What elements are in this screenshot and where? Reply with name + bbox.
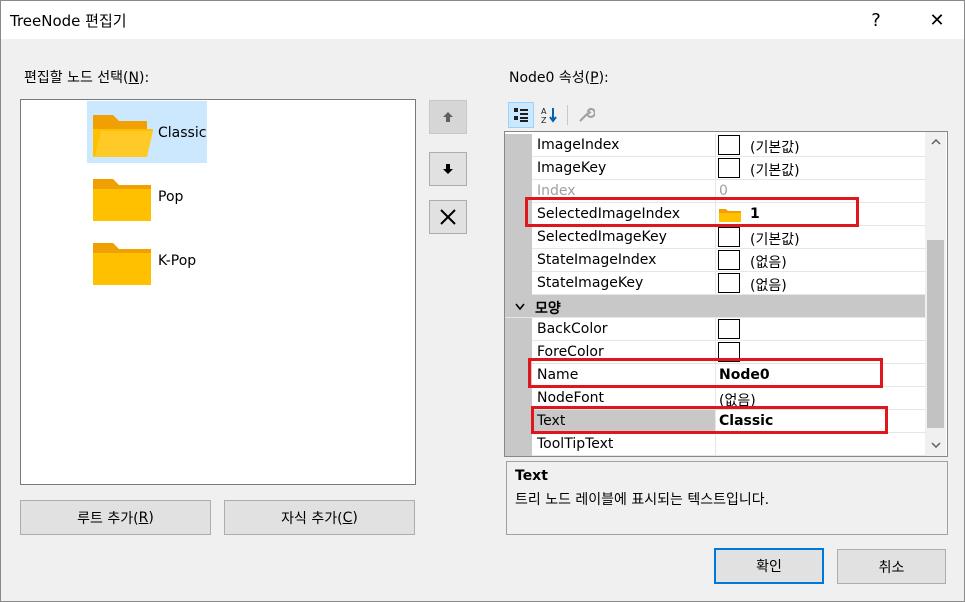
add-root-button[interactable]: 루트 추가(R) [20,500,211,535]
property-row[interactable]: SelectedImageKey (기본값) [505,226,925,249]
property-value[interactable]: (기본값) [750,160,800,180]
property-value[interactable]: (없음) [750,275,787,295]
tree-node-pop[interactable]: Pop [87,165,207,227]
property-row[interactable]: StateImageKey (없음) [505,272,925,295]
collapse-chevron-icon[interactable] [515,303,525,311]
tree-node-label: Classic [158,125,207,141]
folder-icon [93,179,151,221]
tree-node-label: K-Pop [158,253,197,269]
row-gutter [505,272,532,295]
alphabetical-button[interactable]: A Z [537,102,563,128]
title-bar: TreeNode 편집기 ? ✕ [1,1,964,39]
column-separator [715,226,716,249]
categorized-icon [514,108,528,122]
property-pages-icon [579,107,595,122]
row-gutter [505,226,532,249]
help-icon: ? [871,9,881,31]
properties-label: Node0 속성(P): [509,70,609,86]
highlight-text [531,406,888,434]
property-name: StateImageIndex [537,252,657,268]
scroll-thumb[interactable] [927,240,944,428]
folder-open-icon [93,115,153,157]
value-swatch [718,273,740,293]
tree-node-kpop[interactable]: K-Pop [87,229,207,291]
ok-button[interactable]: 확인 [714,548,824,584]
scroll-down-arrow[interactable] [925,435,946,455]
property-name: NodeFont [537,390,605,406]
svg-text:A: A [541,107,547,116]
category-label: 모양 [535,301,561,317]
chevron-up-icon [930,139,941,145]
row-gutter [505,249,532,272]
folder-icon [93,243,151,285]
property-description-panel: Text 트리 노드 레이블에 표시되는 텍스트입니다. [506,461,948,535]
property-grid-scrollbar[interactable] [925,132,946,456]
property-name: StateImageKey [537,275,644,291]
highlight-selectedimageindex [525,197,859,227]
property-row[interactable]: ImageKey (기본값) [505,157,925,180]
description-text: 트리 노드 레이블에 표시되는 텍스트입니다. [515,492,770,508]
row-gutter [505,157,532,180]
property-row[interactable]: ImageIndex (기본값) [505,134,925,157]
close-icon: ✕ [929,9,945,31]
tree-view[interactable]: Classic Pop K-Pop [20,99,416,485]
property-name: ImageKey [537,160,607,176]
property-value[interactable]: (없음) [750,252,787,272]
categorized-button[interactable] [508,102,534,128]
value-swatch [718,158,740,178]
property-name: SelectedImageKey [537,229,667,245]
value-swatch [718,227,740,247]
tree-label: 편집할 노드 선택(N): [24,70,150,86]
toolbar-separator [567,105,568,125]
treenode-editor-dialog: TreeNode 편집기 ? ✕ 편집할 노드 선택(N): Classic P… [0,0,965,602]
add-child-button[interactable]: 자식 추가(C) [224,500,415,535]
description-title: Text [515,468,548,484]
row-gutter [505,387,532,410]
value-swatch [718,250,740,270]
arrow-down-icon [443,164,453,174]
tree-node-classic[interactable]: Classic [87,101,207,163]
property-value[interactable]: (기본값) [750,137,800,157]
move-down-button[interactable] [429,152,467,186]
window-title: TreeNode 편집기 [10,12,127,30]
help-button[interactable]: ? [853,1,899,39]
alphabetical-sort-icon: A Z [541,107,557,124]
delete-x-icon [440,209,456,225]
tree-node-label: Pop [158,189,184,205]
row-gutter [505,134,532,157]
row-gutter [505,318,532,341]
property-name: ImageIndex [537,137,620,153]
chevron-down-icon [930,442,941,448]
property-row[interactable]: BackColor [505,318,925,341]
property-row[interactable]: StateImageIndex (없음) [505,249,925,272]
delete-node-button[interactable] [429,200,467,234]
column-separator [715,134,716,157]
move-up-button[interactable] [429,100,467,134]
column-separator [715,157,716,180]
close-button[interactable]: ✕ [914,1,960,39]
row-gutter [505,433,532,456]
property-value[interactable]: (기본값) [750,229,800,249]
property-row[interactable]: ToolTipText [505,433,925,456]
column-separator [715,318,716,341]
column-separator [715,272,716,295]
property-name: BackColor [537,321,608,337]
arrow-up-icon [443,112,453,122]
scroll-up-arrow[interactable] [925,132,946,152]
property-name: ToolTipText [537,436,614,452]
column-separator [715,433,716,456]
highlight-name [528,358,883,388]
value-swatch [718,135,740,155]
cancel-button[interactable]: 취소 [837,549,946,584]
row-gutter [505,410,532,433]
property-pages-button[interactable] [573,102,599,128]
column-separator [715,249,716,272]
property-category-row[interactable]: 모양 [505,295,925,318]
svg-text:Z: Z [541,116,547,124]
value-swatch [718,319,740,339]
